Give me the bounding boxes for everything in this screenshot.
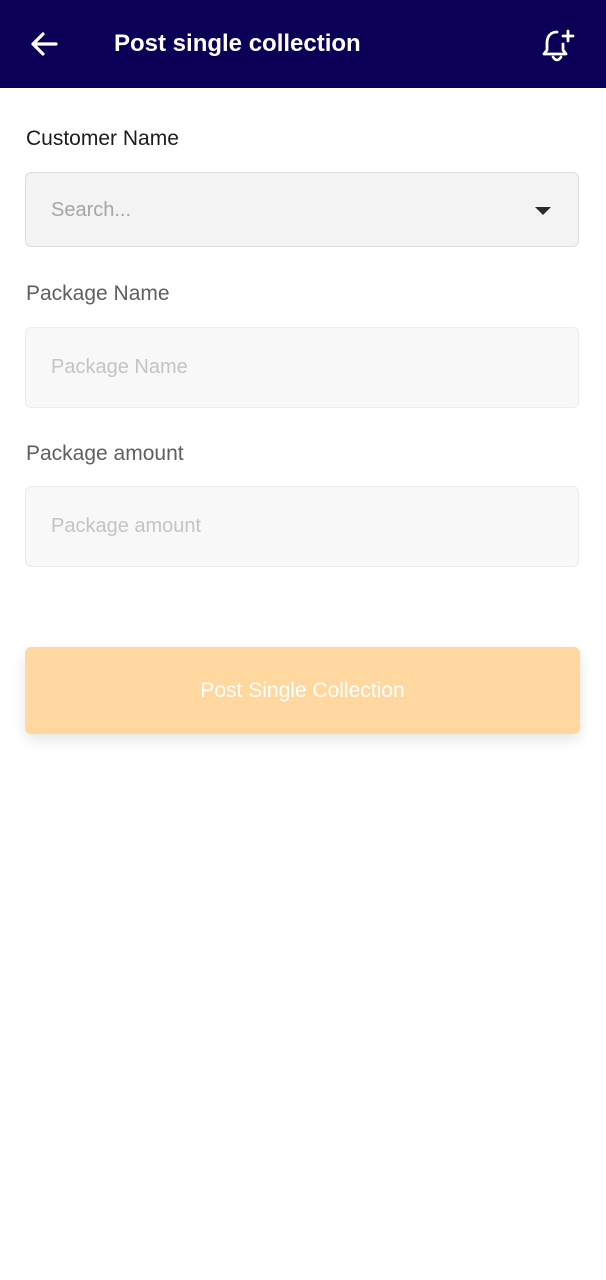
chevron-down-icon: [535, 207, 551, 215]
bell-plus-icon: [542, 29, 575, 62]
customer-name-label: Customer Name: [26, 127, 179, 150]
page-title: Post single collection: [114, 30, 361, 57]
package-amount-label: Package amount: [26, 442, 184, 465]
post-single-collection-button[interactable]: Post Single Collection: [25, 647, 580, 734]
app-bar: Post single collection: [0, 0, 606, 88]
package-amount-input[interactable]: [25, 486, 579, 567]
package-name-label: Package Name: [26, 282, 170, 305]
arrow-left-icon: [31, 32, 58, 56]
back-button[interactable]: [22, 22, 66, 66]
customer-search-placeholder: Search...: [51, 199, 132, 221]
add-notification-button[interactable]: [534, 22, 580, 68]
package-name-input[interactable]: [25, 327, 579, 408]
customer-name-select[interactable]: Search...: [25, 172, 579, 247]
